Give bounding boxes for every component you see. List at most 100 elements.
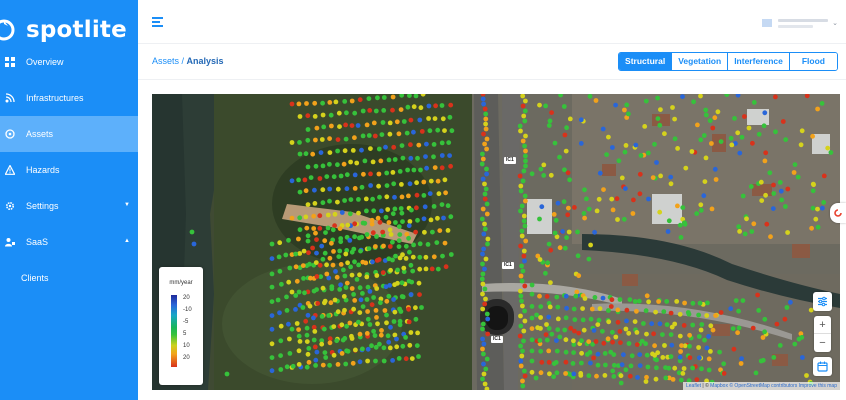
ps-point[interactable] xyxy=(269,368,275,374)
ps-point[interactable] xyxy=(574,289,580,295)
ps-point[interactable] xyxy=(555,316,561,322)
ps-point[interactable] xyxy=(321,326,327,332)
ps-point[interactable] xyxy=(566,229,572,235)
ps-point[interactable] xyxy=(584,196,589,202)
ps-point[interactable] xyxy=(335,162,340,168)
ps-point[interactable] xyxy=(427,191,433,196)
ps-point[interactable] xyxy=(575,229,580,235)
ps-point[interactable] xyxy=(379,132,385,137)
ps-point[interactable] xyxy=(655,95,660,101)
ps-point[interactable] xyxy=(529,337,535,343)
ps-point[interactable] xyxy=(415,330,420,336)
ps-point[interactable] xyxy=(809,225,814,231)
ps-point[interactable] xyxy=(297,140,302,145)
ps-point[interactable] xyxy=(300,263,306,268)
ps-point[interactable] xyxy=(529,358,535,364)
ps-point[interactable] xyxy=(777,343,783,348)
ps-point[interactable] xyxy=(828,150,834,155)
ps-point[interactable] xyxy=(341,267,346,273)
ps-point[interactable] xyxy=(302,290,307,296)
ps-point[interactable] xyxy=(374,315,379,320)
ps-point[interactable] xyxy=(739,134,745,140)
ps-point[interactable] xyxy=(387,345,393,351)
ps-point[interactable] xyxy=(415,155,420,161)
sidebar-item-clients[interactable]: Clients xyxy=(0,260,138,296)
ps-point[interactable] xyxy=(384,320,389,326)
ps-point[interactable] xyxy=(304,364,310,370)
ps-point[interactable] xyxy=(713,313,718,318)
ps-point[interactable] xyxy=(480,291,485,297)
ps-point[interactable] xyxy=(651,331,656,337)
ps-point[interactable] xyxy=(287,336,292,342)
ps-point[interactable] xyxy=(383,284,389,290)
sidebar-item-infrastructures[interactable]: Infrastructures xyxy=(0,80,138,116)
ps-point[interactable] xyxy=(682,221,688,227)
ps-point[interactable] xyxy=(426,103,432,109)
ps-point[interactable] xyxy=(391,297,396,302)
ps-point[interactable] xyxy=(681,366,687,371)
ps-point[interactable] xyxy=(708,323,714,329)
ps-point[interactable] xyxy=(759,198,765,203)
ps-point[interactable] xyxy=(312,344,318,350)
ps-point[interactable] xyxy=(629,353,635,359)
ps-point[interactable] xyxy=(653,309,658,315)
ps-point[interactable] xyxy=(431,204,437,209)
ps-point[interactable] xyxy=(364,232,370,237)
ps-point[interactable] xyxy=(448,252,454,257)
ps-point[interactable] xyxy=(615,319,621,325)
ps-point[interactable] xyxy=(417,292,422,297)
ps-point[interactable] xyxy=(699,366,704,372)
ps-point[interactable] xyxy=(360,220,366,226)
ps-point[interactable] xyxy=(369,343,374,349)
ps-point[interactable] xyxy=(435,266,441,272)
ps-point[interactable] xyxy=(520,94,526,99)
ps-point[interactable] xyxy=(381,108,387,113)
ps-point[interactable] xyxy=(353,347,358,353)
ps-point[interactable] xyxy=(417,117,423,123)
ps-point[interactable] xyxy=(317,262,323,268)
ps-point[interactable] xyxy=(571,306,577,312)
ps-point[interactable] xyxy=(690,365,695,371)
ps-point[interactable] xyxy=(384,298,390,304)
ps-point[interactable] xyxy=(739,356,744,361)
ps-point[interactable] xyxy=(581,327,587,333)
ps-point[interactable] xyxy=(352,221,358,227)
ps-point[interactable] xyxy=(386,256,392,262)
ps-point[interactable] xyxy=(406,223,412,229)
ps-point[interactable] xyxy=(609,297,615,303)
ps-point[interactable] xyxy=(587,94,593,99)
ps-point[interactable] xyxy=(400,343,406,349)
sidebar-item-hazards[interactable]: Hazards xyxy=(0,152,138,188)
ps-point[interactable] xyxy=(632,319,638,324)
ps-point[interactable] xyxy=(380,270,386,275)
ps-point[interactable] xyxy=(423,266,429,272)
ps-point[interactable] xyxy=(798,142,804,148)
ps-point[interactable] xyxy=(615,307,621,313)
ps-point[interactable] xyxy=(544,322,549,327)
ps-point[interactable] xyxy=(297,227,303,233)
ps-point[interactable] xyxy=(224,371,230,377)
ps-point[interactable] xyxy=(742,231,748,237)
ps-point[interactable] xyxy=(320,100,325,106)
ps-point[interactable] xyxy=(317,226,323,231)
ps-point[interactable] xyxy=(566,205,571,211)
ps-point[interactable] xyxy=(552,140,558,146)
ps-point[interactable] xyxy=(702,179,708,184)
ps-point[interactable] xyxy=(696,345,701,350)
ps-point[interactable] xyxy=(742,114,747,119)
ps-point[interactable] xyxy=(563,337,569,343)
ps-point[interactable] xyxy=(611,374,617,379)
ps-point[interactable] xyxy=(480,326,485,332)
ps-point[interactable] xyxy=(417,241,423,247)
ps-point[interactable] xyxy=(756,308,762,313)
ps-point[interactable] xyxy=(293,293,299,298)
ps-point[interactable] xyxy=(735,94,741,98)
ps-point[interactable] xyxy=(656,299,661,304)
ps-point[interactable] xyxy=(484,356,490,362)
ps-point[interactable] xyxy=(737,150,743,156)
ps-point[interactable] xyxy=(763,192,768,198)
ps-point[interactable] xyxy=(370,159,376,165)
ps-point[interactable] xyxy=(335,362,341,367)
ps-point[interactable] xyxy=(445,203,451,209)
ps-point[interactable] xyxy=(411,104,417,110)
